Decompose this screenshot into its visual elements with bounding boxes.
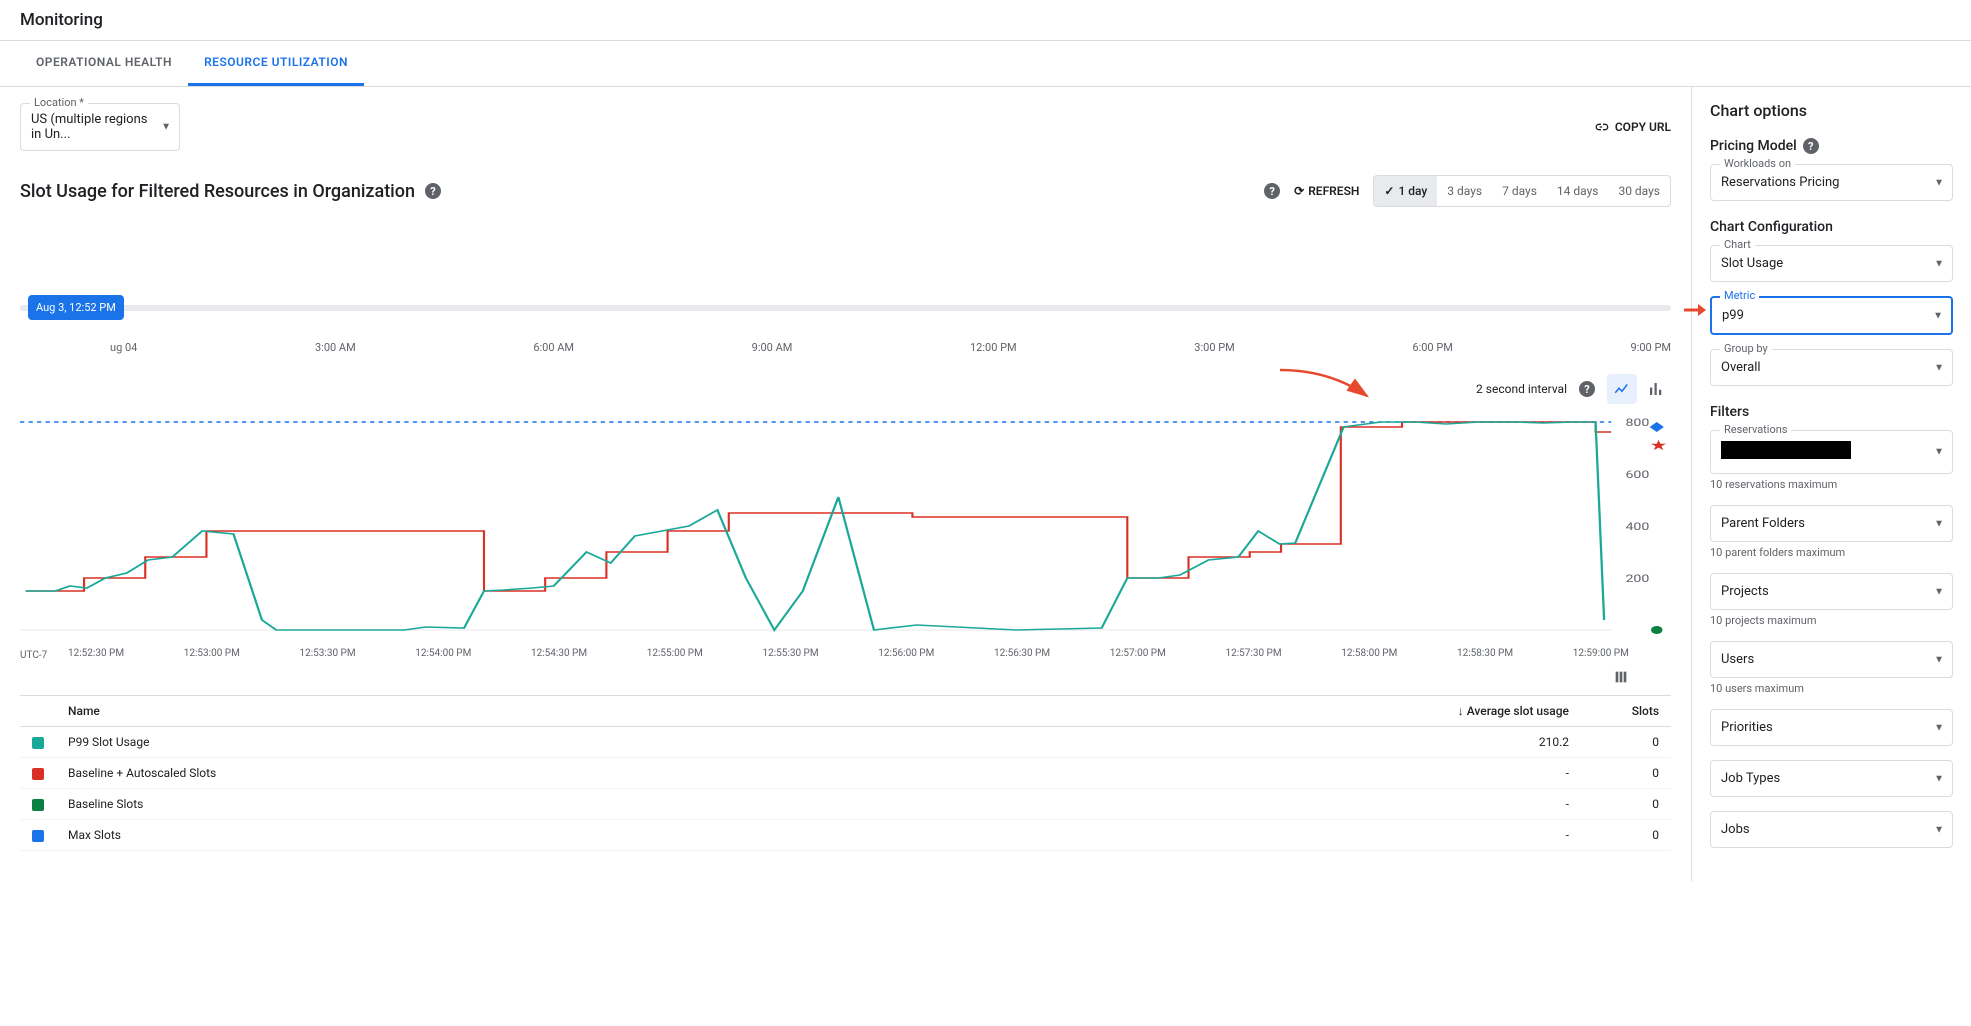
chart-label: Chart (1720, 238, 1755, 251)
location-value: US (multiple regions in Un... (31, 112, 151, 142)
tab-operational-health[interactable]: OPERATIONAL HEALTH (20, 41, 188, 86)
legend-name: Baseline Slots (56, 789, 910, 820)
help-icon[interactable]: ? (1264, 183, 1280, 199)
workloads-label: Workloads on (1720, 157, 1795, 170)
chevron-down-icon: ▼ (161, 122, 171, 133)
copy-url-button[interactable]: COPY URL (1593, 119, 1671, 135)
chevron-down-icon: ▼ (1933, 310, 1943, 321)
chevron-down-icon: ▼ (1934, 518, 1944, 529)
pricing-model-title: Pricing Model (1710, 138, 1797, 154)
range-14days[interactable]: 14 days (1547, 176, 1609, 206)
legend-toggle-button[interactable] (20, 669, 1629, 689)
legend-avg: - (910, 820, 1581, 851)
redacted-value (1721, 441, 1851, 459)
table-row[interactable]: Baseline + Autoscaled Slots - 0 (20, 758, 1671, 789)
legend-name: P99 Slot Usage (56, 727, 910, 758)
parent-folders-select[interactable]: Parent Folders▼ (1710, 505, 1953, 542)
range-3days[interactable]: 3 days (1437, 176, 1492, 206)
chevron-down-icon: ▼ (1934, 447, 1944, 458)
col-avg[interactable]: ↓ Average slot usage (910, 696, 1581, 727)
jobs-select[interactable]: Jobs▼ (1710, 811, 1953, 848)
filters-title: Filters (1710, 404, 1953, 420)
range-1day[interactable]: ✓1 day (1374, 176, 1437, 206)
chevron-down-icon: ▼ (1934, 177, 1944, 188)
help-icon[interactable]: ? (1579, 381, 1595, 397)
chevron-down-icon: ▼ (1934, 824, 1944, 835)
svg-text:200: 200 (1625, 574, 1649, 585)
table-row[interactable]: P99 Slot Usage 210.2 0 (20, 727, 1671, 758)
chevron-down-icon: ▼ (1934, 586, 1944, 597)
color-swatch (32, 830, 44, 842)
bar-chart-button[interactable] (1641, 374, 1671, 404)
users-select[interactable]: Users▼ (1710, 641, 1953, 678)
link-icon (1593, 119, 1609, 135)
chart-heading: Slot Usage for Filtered Resources in Org… (20, 181, 415, 202)
chevron-down-icon: ▼ (1934, 654, 1944, 665)
time-slider[interactable]: Aug 3, 12:52 PM (20, 287, 1671, 327)
refresh-icon: ⟳ (1294, 184, 1304, 198)
table-row[interactable]: Max Slots - 0 (20, 820, 1671, 851)
location-select[interactable]: US (multiple regions in Un... ▼ (20, 103, 180, 151)
annotation-arrow-icon (1682, 300, 1708, 324)
interval-label: 2 second interval (1476, 382, 1567, 396)
users-hint: 10 users maximum (1710, 682, 1953, 695)
line-chart-button[interactable] (1607, 374, 1637, 404)
time-range-group: ✓1 day 3 days 7 days 14 days 30 days (1373, 175, 1671, 207)
parent-folders-hint: 10 parent folders maximum (1710, 546, 1953, 559)
col-slots[interactable]: Slots (1581, 696, 1671, 727)
legend-avg: - (910, 789, 1581, 820)
legend-name: Max Slots (56, 820, 910, 851)
range-7days[interactable]: 7 days (1492, 176, 1547, 206)
legend-table: Name ↓ Average slot usage Slots P99 Slot… (20, 695, 1671, 851)
help-icon[interactable]: ? (1803, 138, 1819, 154)
projects-hint: 10 projects maximum (1710, 614, 1953, 627)
svg-text:800: 800 (1625, 418, 1649, 429)
col-name[interactable]: Name (56, 696, 910, 727)
legend-avg: - (910, 758, 1581, 789)
location-label: Location * (30, 96, 88, 109)
chevron-down-icon: ▼ (1934, 773, 1944, 784)
copy-url-label: COPY URL (1615, 120, 1671, 134)
metric-label: Metric (1720, 289, 1759, 302)
reservations-hint: 10 reservations maximum (1710, 478, 1953, 491)
legend-slots: 0 (1581, 727, 1671, 758)
legend-slots: 0 (1581, 789, 1671, 820)
priorities-select[interactable]: Priorities▼ (1710, 709, 1953, 746)
chevron-down-icon: ▼ (1934, 362, 1944, 373)
legend-avg: 210.2 (910, 727, 1581, 758)
tab-resource-utilization[interactable]: RESOURCE UTILIZATION (188, 41, 364, 86)
legend-name: Baseline + Autoscaled Slots (56, 758, 910, 789)
chart-config-title: Chart Configuration (1710, 219, 1953, 235)
color-swatch (32, 768, 44, 780)
legend-slots: 0 (1581, 820, 1671, 851)
refresh-button[interactable]: ⟳ REFRESH (1294, 184, 1359, 198)
svg-text:400: 400 (1625, 522, 1649, 533)
reservations-select[interactable]: ▼ (1710, 430, 1953, 474)
timezone-label: UTC-7 (20, 650, 62, 661)
help-icon[interactable]: ? (425, 183, 441, 199)
color-swatch (32, 799, 44, 811)
svg-text:★: ★ (1650, 438, 1668, 454)
svg-text:600: 600 (1625, 470, 1649, 481)
annotation-arrow-icon (1275, 368, 1375, 404)
page-title: Monitoring (0, 0, 1971, 41)
table-row[interactable]: Baseline Slots - 0 (20, 789, 1671, 820)
reservations-label: Reservations (1720, 423, 1791, 436)
projects-select[interactable]: Projects▼ (1710, 573, 1953, 610)
chevron-down-icon: ▼ (1934, 258, 1944, 269)
slider-handle[interactable]: Aug 3, 12:52 PM (28, 295, 124, 320)
x-axis-labels: 12:52:30 PM12:53:00 PM12:53:30 PM12:54:0… (62, 648, 1671, 661)
refresh-label: REFRESH (1308, 184, 1359, 198)
job-types-select[interactable]: Job Types▼ (1710, 760, 1953, 797)
range-30days[interactable]: 30 days (1608, 176, 1670, 206)
slot-usage-chart[interactable]: 800 600 400 200 ★ (20, 408, 1671, 648)
color-swatch (32, 737, 44, 749)
legend-slots: 0 (1581, 758, 1671, 789)
chart-options-title: Chart options (1710, 101, 1953, 120)
tabs: OPERATIONAL HEALTH RESOURCE UTILIZATION (0, 41, 1971, 87)
chevron-down-icon: ▼ (1934, 722, 1944, 733)
groupby-label: Group by (1720, 342, 1772, 355)
slider-ticks: ug 043:00 AM6:00 AM9:00 AM12:00 PM3:00 P… (20, 341, 1671, 354)
